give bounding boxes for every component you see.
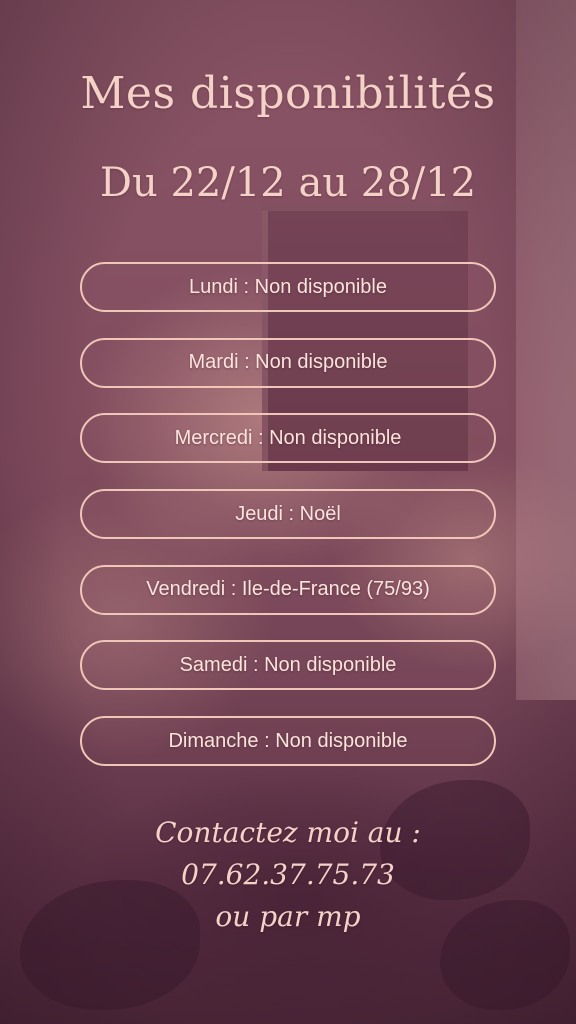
contact-block: Contactez moi au : 07.62.37.75.73 ou par… — [0, 812, 576, 938]
contact-alternative: ou par mp — [215, 900, 361, 933]
day-pill-friday: Vendredi : Ile-de-France (75/93) — [80, 564, 496, 615]
day-pill-sunday: Dimanche : Non disponible — [80, 716, 496, 767]
date-range: Du 22/12 au 28/12 — [99, 160, 477, 206]
day-pill-monday: Lundi : Non disponible — [80, 262, 496, 312]
contact-phone: 07.62.37.75.73 — [181, 858, 395, 891]
day-pill-saturday: Samedi : Non disponible — [80, 640, 496, 691]
contact-intro: Contactez moi au : — [155, 816, 421, 849]
day-pill-tuesday: Mardi : Non disponible — [80, 337, 496, 388]
day-pill-wednesday: Mercredi : Non disponible — [80, 413, 496, 464]
page-title: Mes disponibilités — [80, 68, 496, 119]
availability-list: Lundi : Non disponible Mardi : Non dispo… — [80, 262, 496, 792]
day-pill-thursday: Jeudi : Noël — [80, 489, 496, 540]
story-canvas: Mes disponibilités Du 22/12 au 28/12 Lun… — [0, 0, 576, 1024]
